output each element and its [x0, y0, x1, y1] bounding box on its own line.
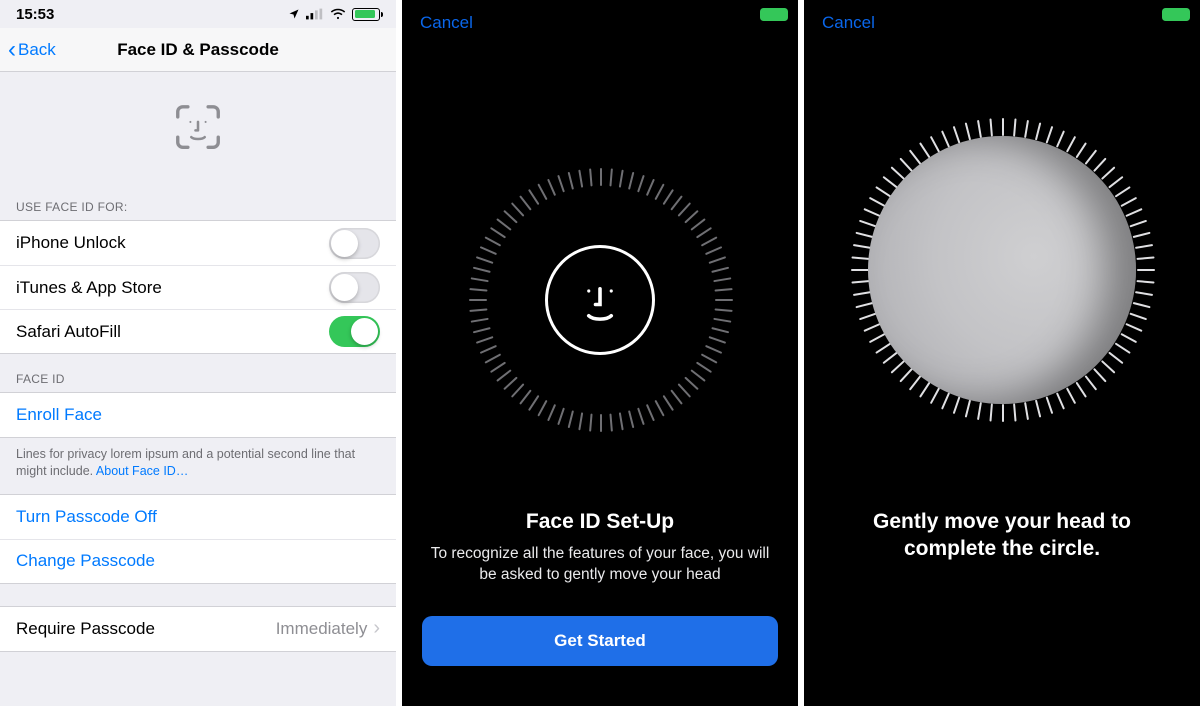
- headline-block: Gently move your head to complete the ci…: [834, 508, 1170, 563]
- cell-label: iTunes & App Store: [16, 278, 162, 298]
- require-passcode-row[interactable]: Require Passcode Immediately ›: [0, 607, 396, 651]
- passcode-actions-group: Turn Passcode Off Change Passcode: [0, 494, 396, 584]
- headline-block: Face ID Set-Up To recognize all the feat…: [424, 510, 776, 586]
- enroll-group: Enroll Face: [0, 392, 396, 438]
- scan-ring: [832, 100, 1172, 440]
- faceid-icon: [171, 100, 225, 154]
- cell-label: Enroll Face: [16, 405, 102, 425]
- cell-label: iPhone Unlock: [16, 233, 126, 253]
- back-button[interactable]: ‹ Back: [0, 38, 56, 62]
- top-bar: Cancel: [402, 0, 798, 46]
- battery-icon: [352, 8, 380, 21]
- enroll-face-button[interactable]: Enroll Face: [0, 393, 396, 437]
- nav-bar: ‹ Back Face ID & Passcode: [0, 28, 396, 72]
- face-circle: [545, 245, 655, 355]
- headline: Face ID Set-Up: [424, 510, 776, 534]
- toggle-safari-autofill: Safari AutoFill: [0, 309, 396, 353]
- get-started-button[interactable]: Get Started: [422, 616, 778, 666]
- section-header-use: USE FACE ID FOR:: [0, 182, 396, 220]
- turn-passcode-off-button[interactable]: Turn Passcode Off: [0, 495, 396, 539]
- location-icon: [288, 8, 300, 20]
- wifi-icon: [330, 8, 346, 20]
- faceid-scan-screen: Cancel Gently move your head to complete…: [804, 0, 1200, 706]
- cellular-icon: [306, 8, 324, 20]
- scan-ring: [450, 150, 750, 450]
- faceid-hero: [0, 72, 396, 182]
- subheadline: To recognize all the features of your fa…: [424, 544, 776, 586]
- toggle-group-use: iPhone Unlock iTunes & App Store Safari …: [0, 220, 396, 354]
- nav-title: Face ID & Passcode: [0, 40, 396, 60]
- require-passcode-value: Immediately: [276, 619, 368, 639]
- switch-iphone-unlock[interactable]: [329, 228, 380, 259]
- switch-safari-autofill[interactable]: [329, 316, 380, 347]
- chevron-left-icon: ‹: [8, 38, 16, 62]
- status-bar: 15:53: [0, 0, 396, 28]
- headline: Gently move your head to complete the ci…: [834, 508, 1170, 563]
- section-header-faceid: FACE ID: [0, 354, 396, 392]
- change-passcode-button[interactable]: Change Passcode: [0, 539, 396, 583]
- switch-itunes-appstore[interactable]: [329, 272, 380, 303]
- cell-label: Turn Passcode Off: [16, 507, 157, 527]
- about-faceid-link[interactable]: About Face ID…: [96, 464, 188, 478]
- chevron-right-icon: ›: [373, 617, 380, 640]
- top-bar: Cancel: [804, 0, 1200, 46]
- settings-screen: 15:53 ‹ Back Face ID & Passcode: [0, 0, 396, 706]
- require-passcode-group: Require Passcode Immediately ›: [0, 606, 396, 652]
- cancel-button[interactable]: Cancel: [822, 13, 875, 33]
- status-time: 15:53: [16, 6, 54, 23]
- toggle-itunes-appstore: iTunes & App Store: [0, 265, 396, 309]
- cell-label: Change Passcode: [16, 551, 155, 571]
- privacy-note: Lines for privacy lorem ipsum and a pote…: [0, 438, 396, 494]
- toggle-iphone-unlock: iPhone Unlock: [0, 221, 396, 265]
- camera-preview: [868, 136, 1136, 404]
- back-label: Back: [18, 40, 56, 60]
- faceid-setup-intro-screen: Cancel Face ID Set-Up To recognize all t…: [402, 0, 798, 706]
- cell-label: Safari AutoFill: [16, 322, 121, 342]
- cancel-button[interactable]: Cancel: [420, 13, 473, 33]
- cell-label: Require Passcode: [16, 619, 155, 639]
